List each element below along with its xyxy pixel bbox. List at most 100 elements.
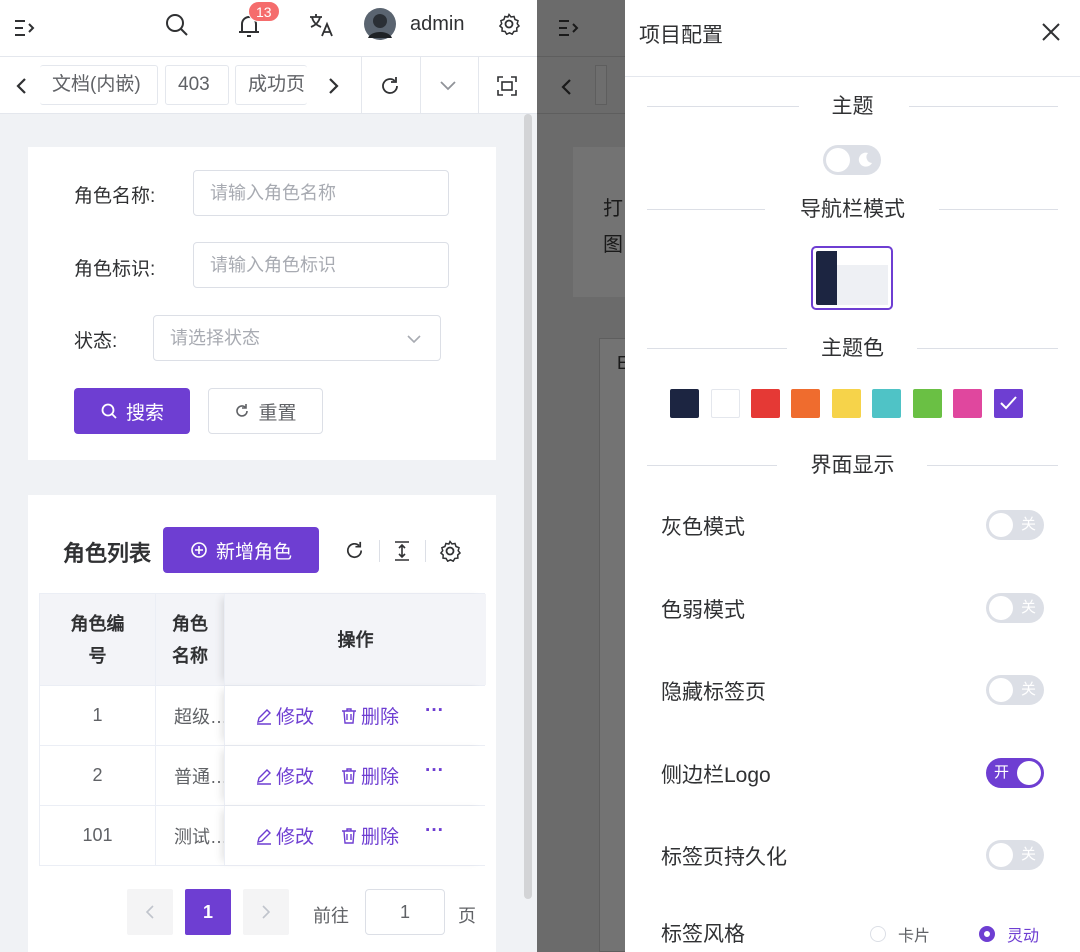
dark-mode-switch[interactable] — [823, 145, 881, 175]
more-actions-button[interactable]: ··· — [425, 820, 444, 842]
toolbar-separator — [379, 540, 380, 562]
setting-label: 灰色模式 — [661, 516, 745, 539]
radio-label: 灵动 — [1007, 928, 1040, 945]
tab-success[interactable]: 成功页 — [235, 65, 307, 105]
setting-color-weak-mode: 色弱模式 关 — [661, 588, 1044, 628]
trash-icon — [340, 827, 358, 845]
color-swatch[interactable] — [711, 389, 740, 418]
menu-fold-icon[interactable] — [12, 16, 36, 40]
color-swatch[interactable] — [872, 389, 901, 418]
tabs-separator — [420, 57, 421, 114]
chevron-right-icon[interactable] — [325, 77, 341, 95]
table-header: 角色编号 角色名称 操作 — [39, 594, 486, 686]
chevron-down-icon — [406, 333, 422, 345]
section-divider-display: 界面显示 — [647, 454, 1058, 477]
tab-403[interactable]: 403 — [165, 65, 229, 105]
table-row: 2 普通… 修改 删除 ··· — [39, 746, 486, 806]
status-select[interactable]: 请选择状态 — [153, 315, 441, 361]
density-icon[interactable] — [392, 540, 412, 562]
drawer-header-divider — [625, 76, 1080, 77]
color-weak-switch[interactable]: 关 — [986, 593, 1044, 623]
chevron-left-icon[interactable] — [14, 77, 30, 95]
prev-page-button[interactable] — [127, 889, 173, 935]
color-swatch[interactable] — [791, 389, 820, 418]
translate-icon[interactable] — [307, 11, 335, 39]
radio-checked — [979, 926, 995, 942]
scrollbar[interactable] — [524, 114, 532, 899]
check-icon — [999, 395, 1018, 411]
section-title-display: 界面显示 — [810, 454, 895, 477]
add-role-button-label: 新增角色 — [215, 541, 292, 563]
close-icon[interactable] — [1041, 22, 1061, 42]
edit-link[interactable]: 修改 — [255, 762, 314, 789]
username[interactable]: admin — [410, 13, 464, 36]
search-button-label: 搜索 — [125, 402, 164, 424]
actions-cell: 修改 删除 ··· — [224, 746, 486, 805]
sidebar-logo-switch[interactable]: 开 — [986, 758, 1044, 788]
switch-knob — [989, 678, 1013, 702]
edit-label: 修改 — [276, 707, 315, 728]
color-swatch[interactable] — [953, 389, 982, 418]
column-header-role-id: 角色编号 — [40, 594, 156, 685]
edit-link[interactable]: 修改 — [255, 702, 314, 729]
role-name-cell: 测试… — [174, 826, 224, 847]
switch-knob — [1017, 761, 1041, 785]
role-key-input[interactable]: 请输入角色标识 — [193, 242, 449, 288]
tab-style-option-dynamic[interactable]: 灵动 — [979, 922, 1039, 946]
tabs-persistence-switch[interactable]: 关 — [986, 840, 1044, 870]
nav-mode-option-vertical[interactable] — [811, 246, 893, 310]
divider-line — [927, 465, 1058, 466]
refresh-icon[interactable] — [344, 540, 365, 561]
delete-link[interactable]: 删除 — [340, 702, 399, 729]
switch-knob — [989, 843, 1013, 867]
refresh-icon — [234, 403, 250, 419]
background-header — [537, 0, 625, 57]
role-name-input[interactable]: 请输入角色名称 — [193, 170, 449, 216]
fullscreen-icon[interactable] — [496, 75, 518, 97]
color-swatch[interactable] — [832, 389, 861, 418]
setting-label: 隐藏标签页 — [661, 681, 766, 704]
top-header: 13 admin — [0, 0, 537, 57]
section-divider-theme: 主题 — [647, 96, 1058, 117]
setting-tabs-persistence: 标签页持久化 关 — [661, 835, 1044, 875]
more-actions-button[interactable]: ··· — [425, 760, 444, 782]
add-role-button[interactable]: 新增角色 — [163, 527, 319, 573]
delete-link[interactable]: 删除 — [340, 822, 399, 849]
tabs-separator — [361, 57, 362, 114]
role-table: 角色编号 角色名称 操作 1 超级… 修改 删除 ··· 2 普通… 修改 删除… — [39, 593, 486, 866]
search-button[interactable]: 搜索 — [74, 388, 190, 434]
refresh-icon[interactable] — [379, 75, 401, 97]
search-icon[interactable] — [164, 12, 190, 38]
switch-knob — [989, 513, 1013, 537]
nav-mode-preview-sidebar — [816, 251, 837, 305]
tab-docs-embedded[interactable]: 文档(内嵌) — [40, 65, 158, 105]
hide-tabs-switch[interactable]: 关 — [986, 675, 1044, 705]
reset-button[interactable]: 重置 — [208, 388, 323, 434]
role-id-cell: 1 — [40, 686, 156, 745]
chevron-down-icon[interactable] — [439, 78, 457, 92]
color-swatch-selected[interactable] — [994, 389, 1023, 418]
drawer-overlay[interactable]: 打 图 E — [537, 0, 625, 952]
tabs-bar: 文档(内嵌) 403 成功页 — [0, 57, 537, 114]
color-swatch[interactable] — [670, 389, 699, 418]
next-page-button[interactable] — [243, 889, 289, 935]
background-text: E — [617, 353, 625, 373]
gray-mode-switch[interactable]: 关 — [986, 510, 1044, 540]
more-actions-button[interactable]: ··· — [425, 700, 444, 722]
switch-state-text: 开 — [994, 764, 1010, 781]
avatar[interactable] — [364, 8, 396, 40]
delete-link[interactable]: 删除 — [340, 762, 399, 789]
color-swatch[interactable] — [913, 389, 942, 418]
edit-link[interactable]: 修改 — [255, 822, 314, 849]
status-label: 状态: — [74, 331, 118, 352]
gear-icon[interactable] — [498, 13, 520, 35]
goto-page-input[interactable]: 1 — [365, 889, 445, 935]
role-list-title: 角色列表 — [63, 541, 152, 566]
edit-icon — [255, 767, 273, 785]
column-settings-icon[interactable] — [439, 540, 461, 562]
setting-sidebar-logo: 侧边栏Logo 开 — [661, 753, 1044, 793]
color-swatch[interactable] — [751, 389, 780, 418]
divider-line — [939, 209, 1058, 210]
tab-style-option-card[interactable]: 卡片 — [870, 922, 930, 946]
page-button-current[interactable]: 1 — [185, 889, 231, 935]
